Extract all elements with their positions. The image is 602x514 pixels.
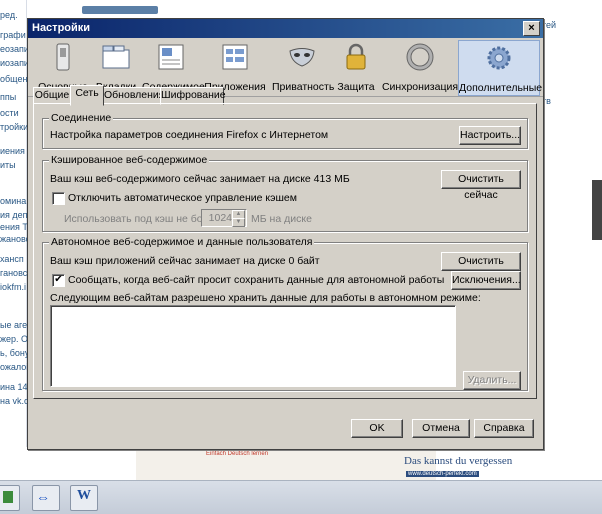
offline-group: Автономное веб-содержимое и данные польз… [42,236,528,391]
title-bar[interactable]: Настройки × [28,19,543,38]
allowed-sites-list[interactable] [50,305,456,387]
pane-applications[interactable]: Приложения [204,40,266,94]
network-tab-panel: Соединение Настройка параметров соединен… [33,103,537,399]
ok-button[interactable]: OK [351,419,403,438]
background-sidebar-text: иты [0,160,16,170]
app-icon [3,491,13,503]
background-sidebar-text: омина [0,196,27,206]
background-page-bottom: Einfach Deutsch lernen Das kannst du ver… [26,447,542,480]
background-sidebar-text: еозапи [0,44,29,54]
background-sidebar-text: иения [0,146,25,156]
background-right-column: тей тв [542,20,602,480]
close-icon: × [528,22,535,34]
clear-cache-button[interactable]: Очистить сейчас [441,170,521,201]
background-sidebar-text: жер. О [0,334,29,344]
taskbar-app-button[interactable] [0,485,20,511]
background-sidebar-text: ые агеi [0,320,30,330]
notify-offline-checkbox[interactable]: ✔ [52,274,65,287]
background-sidebar-text: иозапи [0,58,29,68]
background-banner [136,450,436,480]
background-sidebar-text: ия деп [0,210,28,220]
background-sidebar-text: ред. [0,10,18,20]
switch-icon [56,43,70,71]
pane-sync[interactable]: Синхронизация [380,40,460,94]
background-sidebar-text: ости [0,108,19,118]
background-right-text: тей [542,20,557,30]
pane-label: Приватность [272,81,335,93]
tabs-icon [102,45,130,69]
background-header-bar [82,6,158,14]
background-sidebar-text: гановс [0,268,28,278]
pane-label: Синхронизация [381,81,459,93]
pane-privacy[interactable]: Приватность [272,40,335,94]
notify-offline-label: Сообщать, когда веб-сайт просит сохранит… [68,274,445,286]
banner-url: www.deutsch-perfekt.com [406,471,479,477]
clear-offline-button[interactable]: Очистить сейчас [441,252,521,283]
gear-icon [487,46,511,70]
group-title: Соединение [49,112,114,124]
arrows-icon: ⇔ [36,489,50,505]
background-page-top [26,0,602,20]
cache-limit-label: Использовать под кэш не более [64,213,221,225]
pane-security[interactable]: Защита [334,40,378,94]
taskbar-switch-button[interactable]: ⇔ [32,485,60,511]
taskbar-word-button[interactable]: W [70,485,98,511]
help-button[interactable]: Справка [474,419,534,438]
group-title: Автономное веб-содержимое и данные польз… [49,236,315,248]
background-sidebar: ред. графи еозапи иозапи общени ппы ости тройки… [0,0,41,480]
tab-label: Шифрование [161,89,226,101]
background-sidebar-text: ения Т [0,222,28,232]
background-sidebar-text: ожалоi [0,362,29,372]
group-title: Кэшированное веб-содержимое [49,154,210,166]
cancel-button[interactable]: Отмена [412,419,470,438]
applications-icon [222,44,248,70]
cache-group: Кэшированное веб-содержимое Ваш кэш веб-… [42,154,528,232]
offline-usage-text: Ваш кэш приложений сейчас занимает на ди… [50,255,320,267]
banner-small-text: Einfach Deutsch lernen [206,451,269,457]
cache-override-label: Отключить автоматическое управление кэше… [68,192,297,204]
connection-settings-button[interactable]: Настроить... [459,126,521,145]
allowed-sites-label: Следующим веб-сайтам разрешено хранить д… [50,292,481,304]
background-sidebar-text: iokfm.i [0,282,27,292]
tab-network[interactable]: Сеть [70,85,104,106]
spin-down-icon[interactable]: ▼ [232,218,245,227]
background-sidebar-text: тройки [0,122,29,132]
mask-icon [289,48,315,67]
background-sidebar-text: графи [0,30,26,40]
taskbar: ⇔ W [0,480,602,514]
cache-limit-spinner[interactable]: 1024 ▲ ▼ [201,209,247,227]
settings-dialog: Настройки × Основные Вкладки Содержимое … [27,18,544,450]
background-sidebar-text: хансп [0,254,24,264]
background-sidebar-text: ь, бону [0,348,30,358]
sync-icon [406,43,434,71]
dialog-title: Настройки [32,22,91,34]
cache-override-checkbox[interactable] [52,192,65,205]
background-sidebar-text: жановс [0,234,31,244]
banner-text: Das kannst du vergessen [404,455,513,467]
remove-button[interactable]: Удалить... [463,371,521,390]
exceptions-button[interactable]: Исключения... [451,271,521,290]
tab-label: Сеть [75,87,99,99]
close-button[interactable]: × [523,21,540,36]
connection-description: Настройка параметров соединения Firefox … [50,129,329,141]
tab-label: Обновления [104,89,165,101]
tab-label: Общие [34,89,70,101]
pane-label: Дополнительные [459,82,543,94]
lock-icon [346,43,366,70]
cache-limit-value: 1024 [208,212,232,224]
cache-limit-unit: МБ на диске [251,213,312,225]
connection-group: Соединение Настройка параметров соединен… [42,112,528,149]
pane-content[interactable]: Содержимое [142,40,205,94]
content-icon [158,44,184,70]
pane-advanced[interactable]: Дополнительные [458,40,543,96]
checkmark-icon: ✔ [54,274,63,285]
background-sidebar-text: ппы [0,92,17,102]
word-icon: W [77,488,91,503]
pane-label: Защита [337,81,375,93]
cache-usage-text: Ваш кэш веб-содержимого сейчас занимает … [50,173,350,185]
background-scroll-edge [592,180,602,240]
